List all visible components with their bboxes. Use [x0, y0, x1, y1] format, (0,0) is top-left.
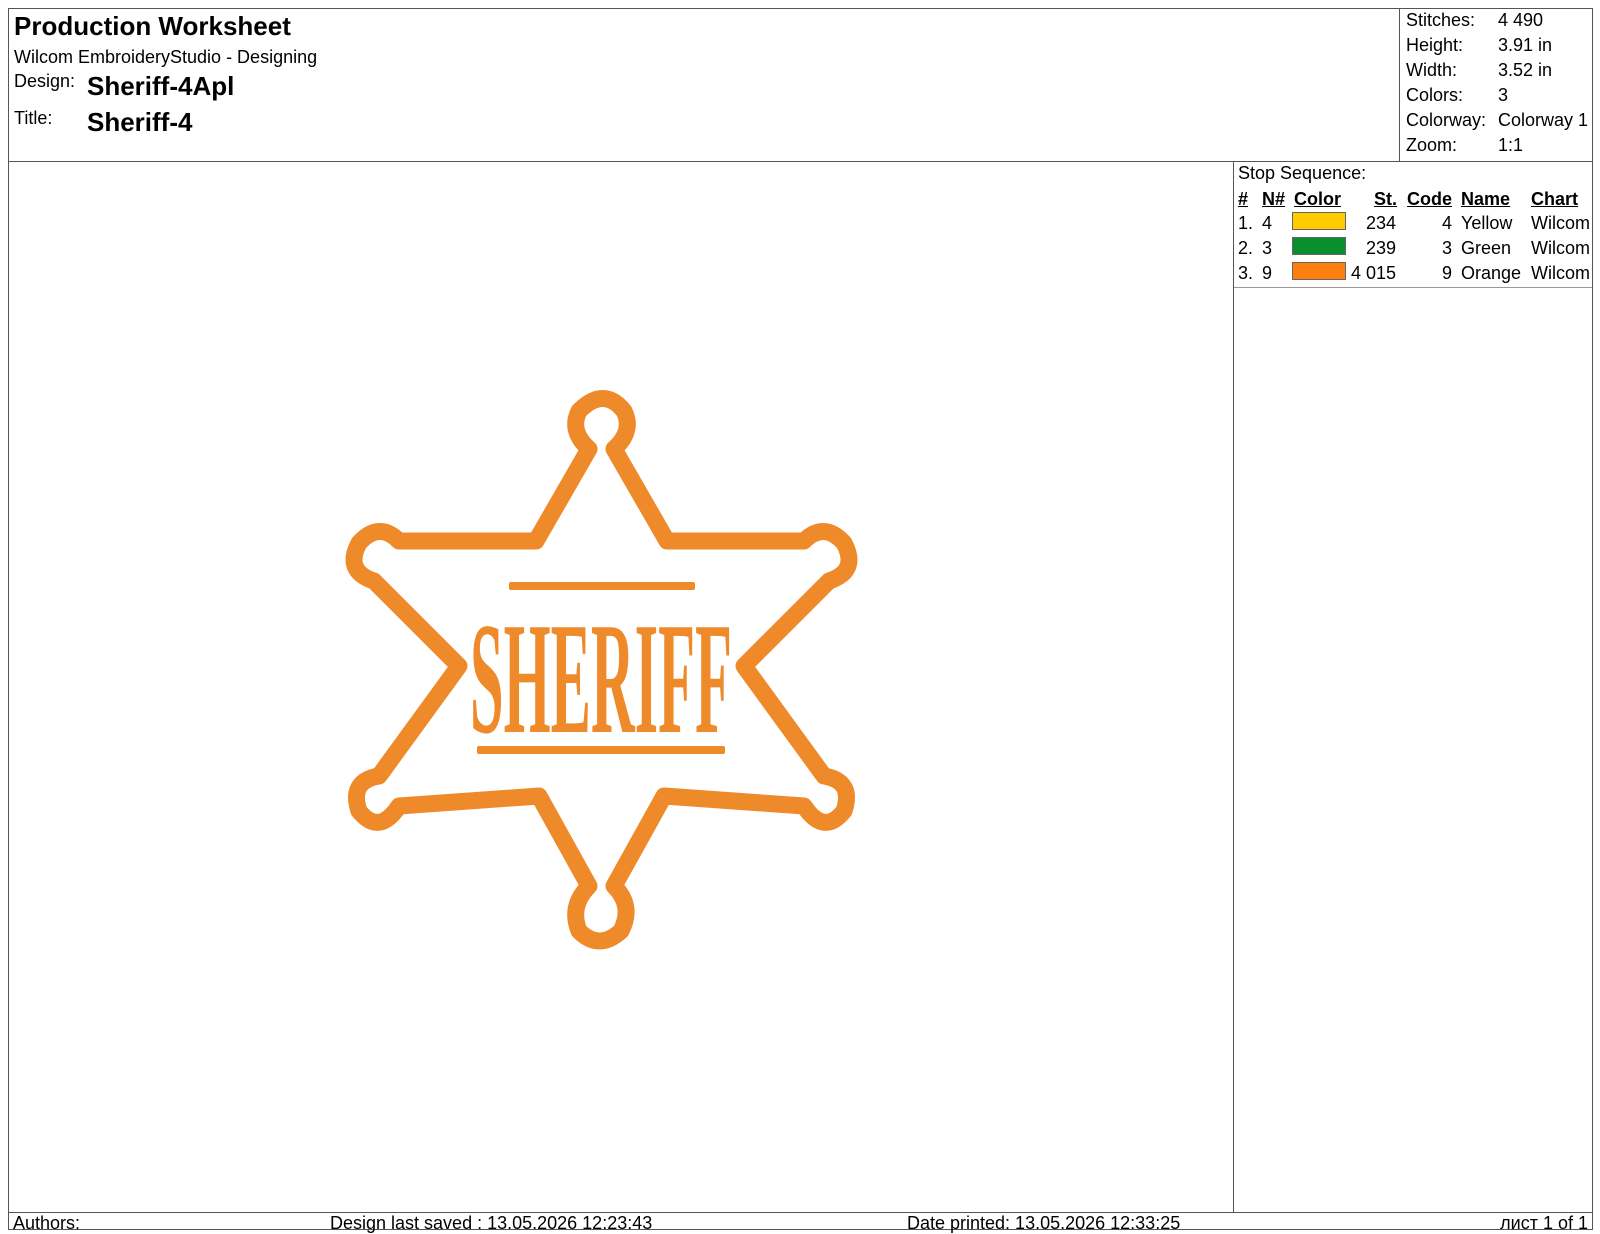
row-stitches: 4 015	[1350, 263, 1396, 283]
stat-label: Zoom:	[1406, 135, 1458, 155]
application-name: Wilcom EmbroideryStudio - Designing	[14, 47, 318, 67]
color-swatch	[1292, 237, 1346, 255]
badge-text: SHERIFF	[470, 589, 732, 767]
col-header-color: Color	[1294, 189, 1341, 209]
col-header-index: #	[1238, 189, 1249, 209]
col-header-chart: Chart	[1531, 189, 1579, 209]
worksheet-header: Production Worksheet Wilcom EmbroiderySt…	[9, 9, 1592, 162]
stop-sequence-table: Stop Sequence: # N# Color St. Code Name …	[1234, 161, 1592, 288]
row-name: Green	[1461, 238, 1512, 258]
row-chart: Wilcom	[1531, 238, 1590, 258]
row-code: 3	[1441, 238, 1452, 258]
row-index: 1.	[1238, 213, 1254, 233]
title-label: Title:	[14, 108, 53, 128]
row-name: Yellow	[1461, 213, 1513, 233]
row-stitches: 234	[1365, 213, 1396, 233]
color-swatch	[1292, 212, 1346, 230]
row-needle: 4	[1262, 213, 1273, 233]
sheriff-badge-design: SHERIFF	[345, 390, 858, 950]
row-chart: Wilcom	[1531, 213, 1590, 233]
stop-sequence-title: Stop Sequence:	[1238, 163, 1367, 183]
stat-value: 3.91 in	[1498, 35, 1553, 55]
stat-label: Stitches:	[1406, 10, 1476, 30]
design-stats: Stitches: 4 490 Height: 3.91 in Width: 3…	[1399, 9, 1593, 161]
col-header-needle: N#	[1262, 189, 1286, 209]
row-needle: 9	[1262, 263, 1273, 283]
stat-label: Width:	[1406, 60, 1458, 80]
col-header-code: Code	[1407, 189, 1452, 209]
stat-value: 3.52 in	[1498, 60, 1553, 80]
row-code: 4	[1441, 213, 1452, 233]
stat-label: Colors:	[1406, 85, 1464, 105]
row-needle: 3	[1262, 238, 1273, 258]
stat-value: 1:1	[1498, 135, 1524, 155]
row-chart: Wilcom	[1531, 263, 1590, 283]
row-code: 9	[1441, 263, 1452, 283]
worksheet-title: Production Worksheet	[14, 11, 291, 41]
worksheet-footer: Authors: Design last saved : 13.05.2026 …	[9, 1212, 1592, 1233]
row-name: Orange	[1461, 263, 1522, 283]
row-index: 2.	[1238, 238, 1254, 258]
col-header-name: Name	[1461, 189, 1511, 209]
stat-value: 4 490	[1498, 10, 1544, 30]
color-swatch	[1292, 262, 1346, 280]
stat-label: Colorway:	[1406, 110, 1487, 130]
col-header-stitches: St.	[1374, 189, 1398, 209]
stat-label: Height:	[1406, 35, 1464, 55]
stat-value: 3	[1498, 85, 1509, 105]
row-index: 3.	[1238, 263, 1254, 283]
design-preview: SHERIFF	[9, 161, 1234, 1212]
design-title: Sheriff-4	[87, 107, 193, 137]
stat-value: Colorway 1	[1498, 110, 1589, 130]
design-name: Sheriff-4Apl	[87, 71, 235, 101]
worksheet: Production Worksheet Wilcom EmbroiderySt…	[8, 8, 1593, 1233]
design-label: Design:	[14, 71, 76, 91]
stop-sequence-panel: Stop Sequence: # N# Color St. Code Name …	[1234, 161, 1592, 1212]
row-stitches: 239	[1365, 238, 1396, 258]
